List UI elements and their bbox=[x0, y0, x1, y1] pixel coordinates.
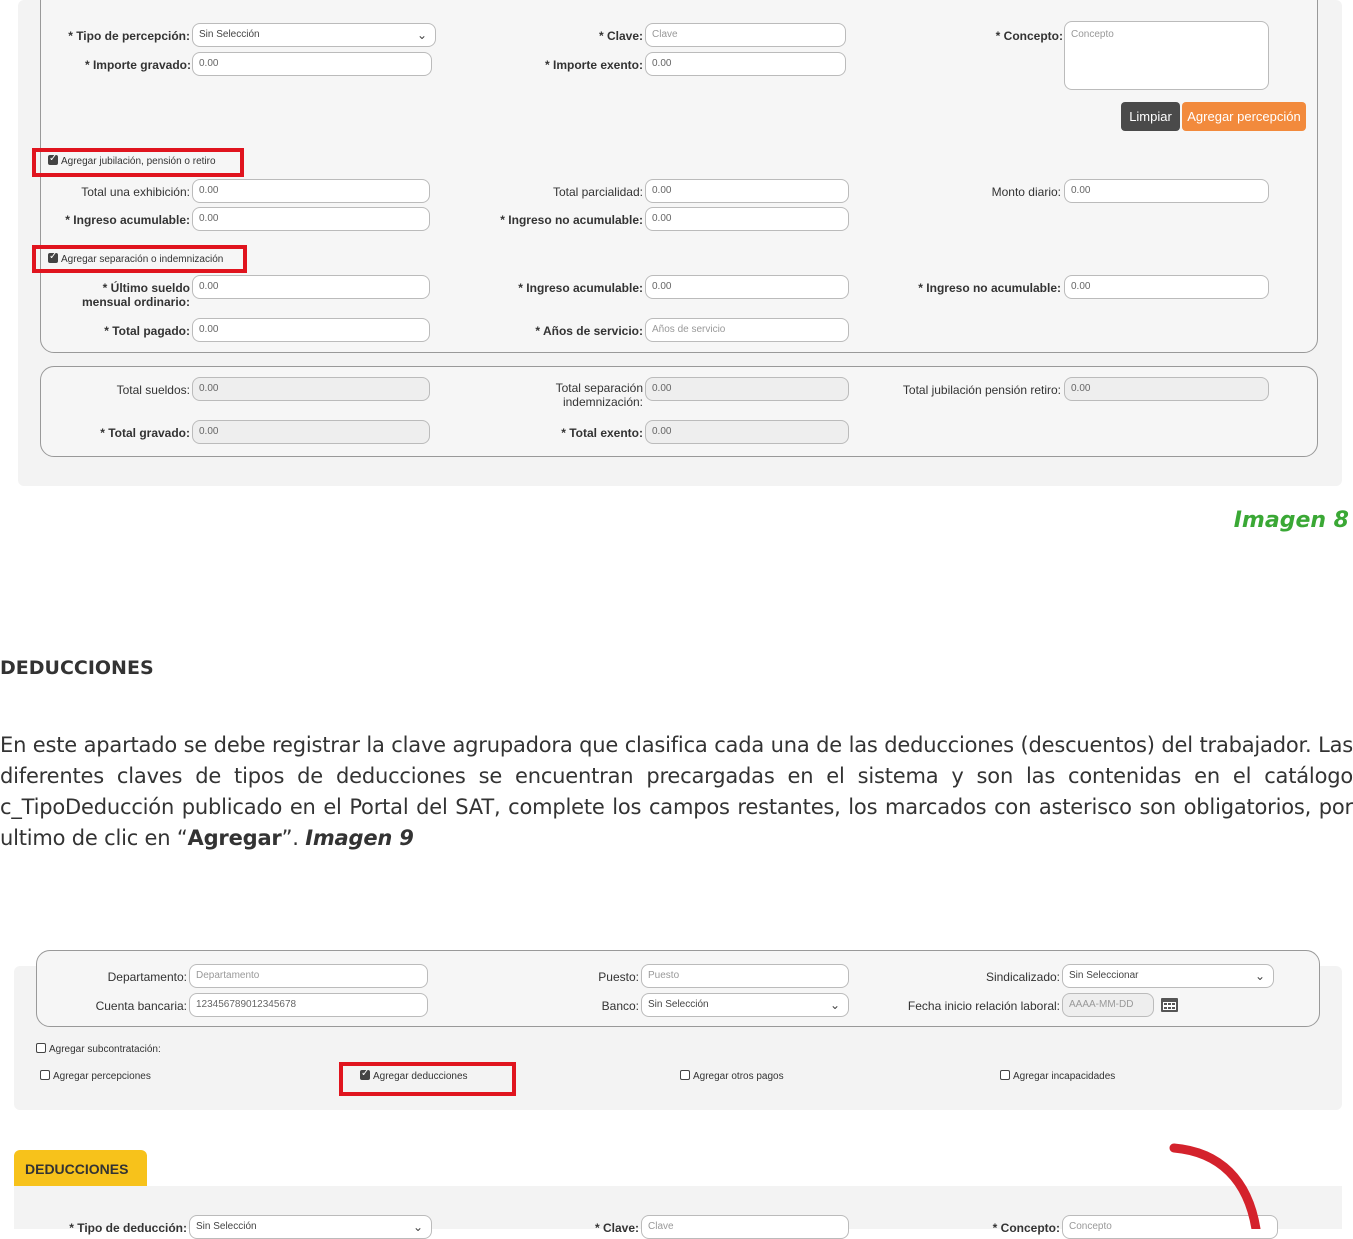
incapacidades-checkbox[interactable]: Agregar incapacidades bbox=[1000, 1070, 1115, 1082]
deducciones-tab[interactable]: DEDUCCIONES bbox=[14, 1150, 147, 1186]
anos-servicio-input[interactable]: Años de servicio bbox=[645, 318, 849, 342]
ingreso-acumulable-input[interactable]: 0.00 bbox=[192, 207, 430, 231]
total-parcialidad-label: Total parcialidad: bbox=[552, 185, 643, 199]
departamento-label: Departamento: bbox=[107, 970, 187, 984]
puesto-input[interactable]: Puesto bbox=[641, 964, 849, 988]
cuenta-bancaria-input[interactable]: 123456789012345678 bbox=[189, 993, 428, 1017]
clave-deduccion-label: * Clave: bbox=[594, 1221, 639, 1235]
ingreso-no-acumulable-2-label: * Ingreso no acumulable: bbox=[918, 281, 1061, 295]
total-jubilacion-label: Total jubilación pensión retiro: bbox=[902, 383, 1061, 397]
tipo-percepcion-select[interactable]: Sin Selección ⌄ bbox=[192, 23, 436, 47]
total-pagado-label: * Total pagado: bbox=[104, 324, 190, 338]
chevron-down-icon: ⌄ bbox=[1254, 969, 1265, 983]
otros-pagos-checkbox[interactable]: Agregar otros pagos bbox=[680, 1070, 784, 1082]
clave-label: * Clave: bbox=[598, 29, 643, 43]
total-gravado-input: 0.00 bbox=[192, 420, 430, 444]
puesto-label: Puesto: bbox=[598, 970, 639, 984]
limpiar-button[interactable]: Limpiar bbox=[1121, 102, 1180, 131]
section-title: DEDUCCIONES bbox=[0, 657, 154, 679]
sindicalizado-label: Sindicalizado: bbox=[985, 970, 1060, 984]
checkbox-unchecked-icon bbox=[40, 1070, 50, 1080]
body-paragraph: En este apartado se debe registrar la cl… bbox=[0, 730, 1353, 854]
highlight-separacion bbox=[32, 245, 247, 273]
total-jubilacion-input: 0.00 bbox=[1064, 377, 1269, 401]
checkbox-unchecked-icon bbox=[36, 1043, 46, 1053]
paragraph-bold: Agregar bbox=[187, 826, 282, 850]
banco-label: Banco: bbox=[601, 999, 639, 1013]
ingreso-acumulable-2-label: * Ingreso acumulable: bbox=[518, 281, 643, 295]
paragraph-after: ”. bbox=[281, 826, 306, 850]
red-arrow-annotation bbox=[1169, 1143, 1261, 1229]
importe-gravado-input[interactable]: 0.00 bbox=[192, 52, 432, 76]
monto-diario-input[interactable]: 0.00 bbox=[1064, 179, 1269, 203]
total-parcialidad-input[interactable]: 0.00 bbox=[645, 179, 849, 203]
calendar-icon[interactable] bbox=[1160, 996, 1179, 1013]
importe-exento-label: * Importe exento: bbox=[544, 58, 643, 72]
fecha-inicio-label: Fecha inicio relación laboral: bbox=[907, 999, 1060, 1013]
concepto-deduccion-label: * Concepto: bbox=[992, 1221, 1060, 1235]
tipo-deduccion-select[interactable]: Sin Selección ⌄ bbox=[189, 1215, 432, 1239]
total-sueldos-input: 0.00 bbox=[192, 377, 430, 401]
total-exento-label: * Total exento: bbox=[561, 426, 643, 440]
total-pagado-input[interactable]: 0.00 bbox=[192, 318, 430, 342]
importe-exento-input[interactable]: 0.00 bbox=[645, 52, 846, 76]
percepciones-label: Agregar percepciones bbox=[53, 1071, 151, 1082]
ultimo-sueldo-label: * Último sueldo mensual ordinario: bbox=[81, 281, 190, 309]
ingreso-no-acumulable-input[interactable]: 0.00 bbox=[645, 207, 849, 231]
clave-input[interactable]: Clave bbox=[645, 23, 846, 47]
banco-value: Sin Selección bbox=[648, 999, 709, 1010]
paragraph-ref: Imagen 9 bbox=[305, 826, 414, 850]
ingreso-acumulable-2-input[interactable]: 0.00 bbox=[645, 275, 849, 299]
highlight-deducciones bbox=[339, 1062, 516, 1096]
chevron-down-icon: ⌄ bbox=[416, 28, 427, 42]
total-una-exhibicion-input[interactable]: 0.00 bbox=[192, 179, 430, 203]
ingreso-no-acumulable-label: * Ingreso no acumulable: bbox=[500, 213, 643, 227]
concepto-textarea[interactable]: Concepto bbox=[1064, 21, 1269, 90]
chevron-down-icon: ⌄ bbox=[829, 998, 840, 1012]
banco-select[interactable]: Sin Selección ⌄ bbox=[641, 993, 849, 1017]
checkbox-unchecked-icon bbox=[680, 1070, 690, 1080]
image-caption-8: Imagen 8 bbox=[1233, 508, 1349, 533]
departamento-input[interactable]: Departamento bbox=[189, 964, 428, 988]
percepciones-checkbox[interactable]: Agregar percepciones bbox=[40, 1070, 151, 1082]
ultimo-sueldo-input[interactable]: 0.00 bbox=[192, 275, 430, 299]
ingreso-acumulable-label: * Ingreso acumulable: bbox=[65, 213, 190, 227]
importe-gravado-label: * Importe gravado: bbox=[84, 58, 191, 72]
agregar-percepcion-button[interactable]: Agregar percepción bbox=[1182, 102, 1306, 131]
total-gravado-label: * Total gravado: bbox=[100, 426, 190, 440]
incapacidades-label: Agregar incapacidades bbox=[1013, 1071, 1116, 1082]
chevron-down-icon: ⌄ bbox=[412, 1220, 423, 1234]
total-sueldos-label: Total sueldos: bbox=[116, 383, 190, 397]
subcontratacion-checkbox[interactable]: Agregar subcontratación: bbox=[36, 1043, 161, 1055]
highlight-jubilacion bbox=[32, 148, 244, 177]
otros-pagos-label: Agregar otros pagos bbox=[693, 1071, 784, 1082]
monto-diario-label: Monto diario: bbox=[991, 185, 1061, 199]
total-separacion-input: 0.00 bbox=[645, 377, 849, 401]
tipo-deduccion-value: Sin Selección bbox=[196, 1221, 257, 1232]
tipo-deduccion-label: * Tipo de deducción: bbox=[69, 1221, 187, 1235]
total-exento-input: 0.00 bbox=[645, 420, 849, 444]
anos-servicio-label: * Años de servicio: bbox=[535, 324, 643, 338]
total-una-exhibicion-label: Total una exhibición: bbox=[81, 185, 190, 199]
tipo-percepcion-value: Sin Selección bbox=[199, 29, 260, 40]
sindicalizado-value: Sin Seleccionar bbox=[1069, 970, 1139, 981]
sindicalizado-select[interactable]: Sin Seleccionar ⌄ bbox=[1062, 964, 1274, 988]
fecha-inicio-input[interactable]: AAAA-MM-DD bbox=[1062, 993, 1154, 1017]
tipo-percepcion-label: * Tipo de percepción: bbox=[68, 29, 190, 43]
checkbox-unchecked-icon bbox=[1000, 1070, 1010, 1080]
clave-deduccion-input[interactable]: Clave bbox=[641, 1215, 849, 1239]
ingreso-no-acumulable-2-input[interactable]: 0.00 bbox=[1064, 275, 1269, 299]
concepto-label: * Concepto: bbox=[995, 29, 1063, 43]
subcontratacion-label: Agregar subcontratación: bbox=[49, 1044, 161, 1055]
cuenta-bancaria-label: Cuenta bancaria: bbox=[95, 999, 187, 1013]
total-separacion-label: Total separación indemnización: bbox=[555, 381, 643, 409]
